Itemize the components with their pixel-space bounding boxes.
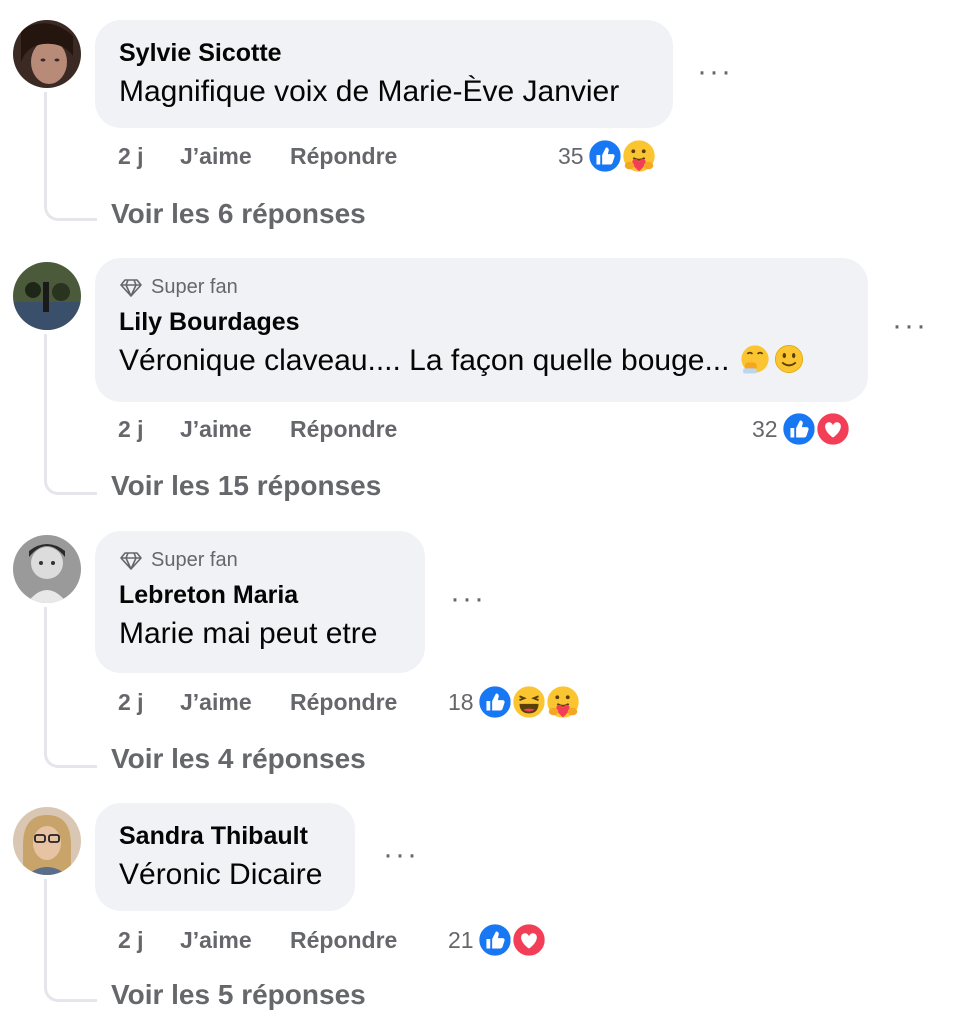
- comment-text: Magnifique voix de Marie-Ève Janvier: [119, 75, 620, 108]
- reaction-count: 21: [448, 926, 474, 953]
- view-replies-link[interactable]: Voir les 6 réponses: [111, 198, 366, 230]
- reaction-summary[interactable]: 21: [448, 920, 544, 960]
- care-reaction-icon: [620, 137, 658, 175]
- face-with-hand-over-mouth-icon: [738, 344, 772, 377]
- comment-bubble: Sandra Thibault Véronic Dicaire: [95, 803, 355, 911]
- reaction-summary[interactable]: 35: [558, 136, 654, 176]
- comment-actions: 2 j J’aime Répondre: [118, 411, 397, 447]
- avatar[interactable]: [13, 20, 81, 88]
- comment-actions: 2 j J’aime Répondre: [118, 684, 397, 720]
- avatar[interactable]: [13, 535, 81, 603]
- comment-text: Marie mai peut etre: [119, 617, 378, 650]
- comment-actions: 2 j J’aime Répondre: [118, 138, 397, 174]
- like-reaction-icon: [586, 137, 624, 175]
- comment-time[interactable]: 2 j: [118, 416, 180, 443]
- reply-button[interactable]: Répondre: [290, 143, 397, 170]
- comment-bubble: Super fan Lily Bourdages Véronique clave…: [95, 258, 868, 402]
- like-button[interactable]: J’aime: [180, 927, 290, 954]
- view-replies-link[interactable]: Voir les 5 réponses: [111, 979, 366, 1011]
- comment-author[interactable]: Lily Bourdages: [119, 307, 844, 337]
- comment-author[interactable]: Lebreton Maria: [119, 580, 401, 610]
- more-options-button[interactable]: ···: [892, 311, 928, 341]
- comment-text: Véronique claveau.... La façon quelle bo…: [119, 344, 730, 377]
- haha-reaction-icon: [510, 683, 548, 721]
- badge-label: Super fan: [151, 549, 238, 571]
- comment-time[interactable]: 2 j: [118, 927, 180, 954]
- like-button[interactable]: J’aime: [180, 143, 290, 170]
- comment-bubble: Super fan Lebreton Maria Marie mai peut …: [95, 531, 425, 673]
- more-options-button[interactable]: ···: [697, 57, 733, 87]
- like-button[interactable]: J’aime: [180, 416, 290, 443]
- love-reaction-icon: [510, 921, 548, 959]
- thread-line: [44, 607, 97, 768]
- comment-actions: 2 j J’aime Répondre: [118, 922, 397, 958]
- more-options-button[interactable]: ···: [450, 584, 486, 614]
- reply-button[interactable]: Répondre: [290, 416, 397, 443]
- like-button[interactable]: J’aime: [180, 689, 290, 716]
- super-fan-badge: Super fan: [119, 276, 844, 299]
- avatar[interactable]: [13, 807, 81, 875]
- comment-author[interactable]: Sylvie Sicotte: [119, 38, 649, 68]
- comment-text-wrapper: Véronique claveau.... La façon quelle bo…: [119, 341, 844, 381]
- slightly-smiling-face-icon: [772, 344, 806, 377]
- like-reaction-icon: [476, 683, 514, 721]
- comment-time[interactable]: 2 j: [118, 689, 180, 716]
- comment-text: Véronic Dicaire: [119, 858, 323, 891]
- comment-bubble: Sylvie Sicotte Magnifique voix de Marie-…: [95, 20, 673, 128]
- reaction-summary[interactable]: 32: [752, 409, 848, 449]
- badge-label: Super fan: [151, 276, 238, 298]
- thread-line: [44, 92, 97, 221]
- view-replies-link[interactable]: Voir les 4 réponses: [111, 743, 366, 775]
- like-reaction-icon: [476, 921, 514, 959]
- reaction-count: 35: [558, 142, 584, 169]
- reaction-count: 32: [752, 415, 778, 442]
- avatar[interactable]: [13, 262, 81, 330]
- thread-line: [44, 334, 97, 495]
- reaction-count: 18: [448, 688, 474, 715]
- reply-button[interactable]: Répondre: [290, 927, 397, 954]
- view-replies-link[interactable]: Voir les 15 réponses: [111, 470, 381, 502]
- like-reaction-icon: [780, 410, 818, 448]
- super-fan-badge: Super fan: [119, 549, 401, 572]
- comment-author[interactable]: Sandra Thibault: [119, 821, 331, 851]
- comment-time[interactable]: 2 j: [118, 143, 180, 170]
- more-options-button[interactable]: ···: [383, 840, 419, 870]
- diamond-icon: [119, 551, 143, 571]
- love-reaction-icon: [814, 410, 852, 448]
- reaction-summary[interactable]: 18: [448, 682, 578, 722]
- thread-line: [44, 879, 97, 1002]
- diamond-icon: [119, 278, 143, 298]
- reply-button[interactable]: Répondre: [290, 689, 397, 716]
- care-reaction-icon: [544, 683, 582, 721]
